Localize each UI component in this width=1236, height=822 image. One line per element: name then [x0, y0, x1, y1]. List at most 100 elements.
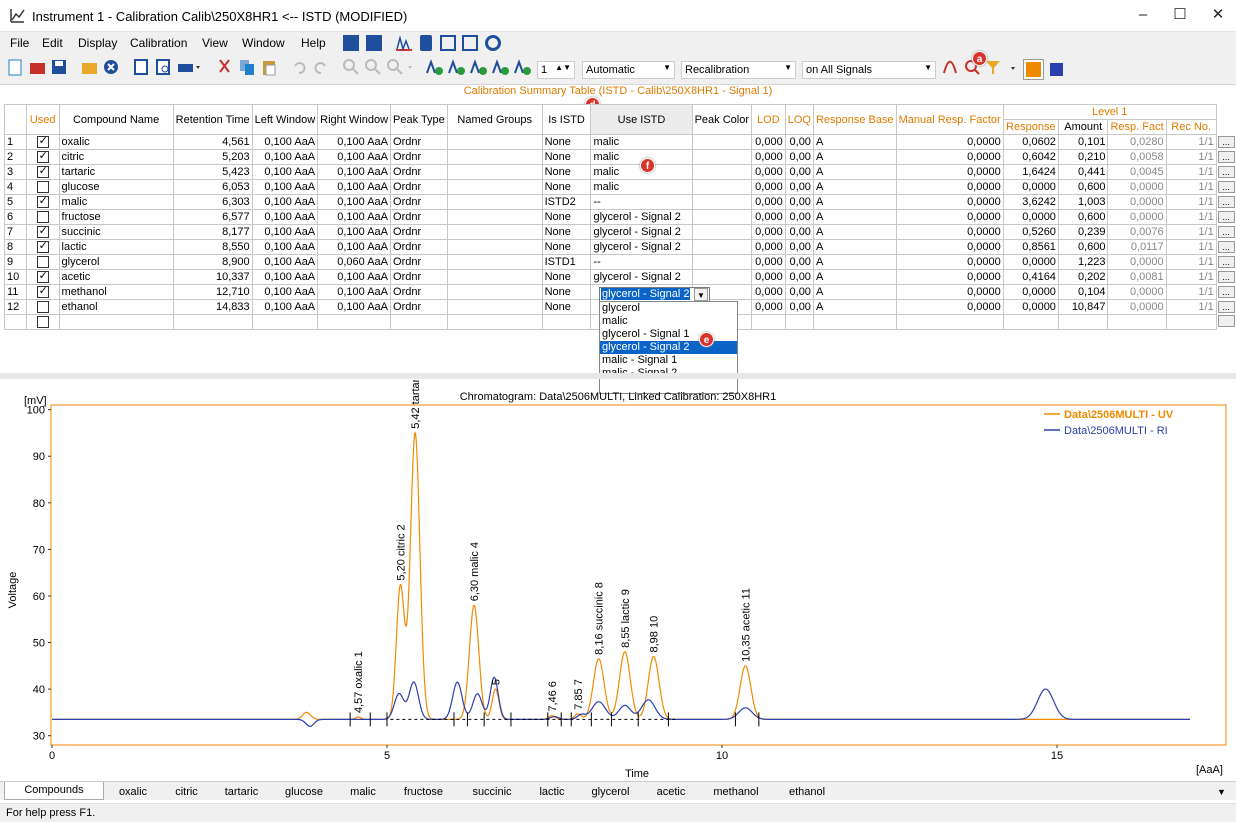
- use-istd-cell[interactable]: --: [590, 194, 693, 210]
- rec-no-cell[interactable]: 1/1: [1165, 134, 1217, 150]
- dropdown-option[interactable]: malic: [600, 315, 737, 328]
- resp-fact-cell[interactable]: 0,0000: [1107, 194, 1167, 210]
- rec-no-cell[interactable]: 1/1: [1165, 224, 1217, 240]
- new-file-icon[interactable]: [6, 58, 24, 76]
- empty-cell[interactable]: [172, 314, 253, 330]
- compound-name-cell[interactable]: citric: [58, 149, 174, 165]
- loq-cell[interactable]: 0,00: [784, 194, 814, 210]
- use-istd-editor[interactable]: glycerol - Signal 2 ▼: [599, 287, 710, 302]
- right-window-cell[interactable]: 0,100 AaA: [317, 194, 392, 210]
- use-istd-cell[interactable]: glycerol - Signal 2: [590, 269, 693, 285]
- left-window-cell[interactable]: 0,100 AaA: [251, 179, 319, 195]
- compound-name-cell[interactable]: glycerol: [58, 254, 174, 270]
- compound-name-cell[interactable]: oxalic: [58, 134, 174, 150]
- peak-color-cell[interactable]: [691, 179, 753, 195]
- right-window-cell[interactable]: 0,100 AaA: [317, 179, 392, 195]
- retention-time-cell[interactable]: 6,577: [172, 209, 253, 225]
- empty-cell[interactable]: [751, 314, 786, 330]
- checkbox[interactable]: [36, 151, 49, 164]
- is-istd-cell[interactable]: None: [541, 224, 592, 240]
- zoom-in-icon[interactable]: [342, 58, 360, 76]
- level-spinner[interactable]: 1 ▲▼: [537, 61, 575, 79]
- rec-no-cell[interactable]: 1/1: [1165, 284, 1217, 300]
- resp-fact-cell[interactable]: 0,0081: [1107, 269, 1167, 285]
- used-checkbox[interactable]: [25, 134, 60, 150]
- response-base-cell[interactable]: A: [812, 164, 897, 180]
- response-cell[interactable]: 0,0000: [1002, 254, 1059, 270]
- compound-name-cell[interactable]: malic: [58, 194, 174, 210]
- left-window-cell[interactable]: 0,100 AaA: [251, 209, 319, 225]
- peak-add-icon[interactable]: [426, 58, 444, 76]
- is-istd-cell[interactable]: None: [541, 284, 592, 300]
- right-window-cell[interactable]: 0,060 AaA: [317, 254, 392, 270]
- peak-percent-icon[interactable]: [514, 58, 532, 76]
- response-base-cell[interactable]: A: [812, 209, 897, 225]
- checkbox[interactable]: [36, 166, 49, 179]
- amount-cell[interactable]: 0,202: [1057, 269, 1109, 285]
- close-button[interactable]: ✕: [1203, 2, 1233, 28]
- amount-cell[interactable]: 0,600: [1057, 209, 1109, 225]
- tab-fructose[interactable]: fructose: [393, 784, 454, 800]
- header-right-window[interactable]: Right Window: [317, 104, 392, 135]
- lod-cell[interactable]: 0,000: [751, 224, 786, 240]
- table-row[interactable]: 6 fructose 6,577 0,100 AaA 0,100 AaA Ordnr Non…: [4, 209, 1236, 225]
- browse-button[interactable]: ...: [1217, 166, 1235, 178]
- header-left-window[interactable]: Left Window: [251, 104, 319, 135]
- chevron-down-icon[interactable]: ▼: [694, 288, 708, 301]
- response-cell[interactable]: 0,0000: [1002, 284, 1059, 300]
- loq-cell[interactable]: 0,00: [784, 149, 814, 165]
- manual-resp-factor-cell[interactable]: 0,0000: [895, 209, 1004, 225]
- browse-button[interactable]: ...: [1217, 181, 1235, 193]
- filter-dropdown-icon[interactable]: [984, 58, 1020, 76]
- table-row[interactable]: 7succinic8,1770,100 AaA0,100 AaAOrdnrNon…: [4, 224, 1236, 240]
- compound-name-cell[interactable]: glucose: [58, 179, 174, 195]
- lod-cell[interactable]: 0,000: [751, 269, 786, 285]
- amount-cell[interactable]: 0,104: [1057, 284, 1109, 300]
- left-window-cell[interactable]: 0,100 AaA: [251, 164, 319, 180]
- empty-cell[interactable]: [25, 314, 60, 330]
- dropdown-option-selected[interactable]: glycerol - Signal 2: [600, 341, 737, 354]
- lod-cell[interactable]: 0,000: [751, 299, 786, 315]
- is-istd-cell[interactable]: None: [541, 134, 592, 150]
- compound-name-cell[interactable]: succinic: [58, 224, 174, 240]
- used-checkbox[interactable]: [25, 179, 60, 195]
- browse-button[interactable]: ...: [1217, 301, 1235, 313]
- compound-name-cell[interactable]: tartaric: [58, 164, 174, 180]
- response-base-cell[interactable]: A: [812, 254, 897, 270]
- resp-fact-cell[interactable]: 0,0000: [1107, 179, 1167, 195]
- is-istd-cell[interactable]: None: [541, 164, 592, 180]
- resp-fact-cell[interactable]: 0,0117: [1107, 239, 1167, 255]
- retention-time-cell[interactable]: 6,053: [172, 179, 253, 195]
- retention-time-cell[interactable]: 8,550: [172, 239, 253, 255]
- amount-cell[interactable]: 0,210: [1057, 149, 1109, 165]
- mountain-icon[interactable]: [343, 35, 359, 51]
- header-named-groups[interactable]: Named Groups: [446, 104, 543, 135]
- retention-time-cell[interactable]: 5,423: [172, 164, 253, 180]
- amount-cell[interactable]: 0,600: [1057, 179, 1109, 195]
- manual-resp-factor-cell[interactable]: 0,0000: [895, 134, 1004, 150]
- signals-select[interactable]: on All Signals ▼: [802, 61, 936, 79]
- amount-cell[interactable]: 0,239: [1057, 224, 1109, 240]
- checkbox[interactable]: [36, 241, 49, 254]
- lod-cell[interactable]: 0,000: [751, 239, 786, 255]
- right-window-cell[interactable]: 0,100 AaA: [317, 164, 392, 180]
- tab-ethanol[interactable]: ethanol: [777, 784, 837, 800]
- loq-cell[interactable]: 0,00: [784, 254, 814, 270]
- resp-fact-cell[interactable]: 0,0000: [1107, 284, 1167, 300]
- amount-cell[interactable]: 0,441: [1057, 164, 1109, 180]
- retention-time-cell[interactable]: 5,203: [172, 149, 253, 165]
- peak-type-cell[interactable]: Ordnr: [390, 284, 448, 300]
- amount-cell[interactable]: 10,847: [1057, 299, 1109, 315]
- table-row[interactable]: 2citric5,2030,100 AaA0,100 AaAOrdnrNonem…: [4, 149, 1236, 165]
- loq-cell[interactable]: 0,00: [784, 224, 814, 240]
- response-cell[interactable]: 0,5260: [1002, 224, 1059, 240]
- right-window-cell[interactable]: 0,100 AaA: [317, 239, 392, 255]
- peak-type-cell[interactable]: Ordnr: [390, 149, 448, 165]
- compound-name-cell[interactable]: acetic: [58, 269, 174, 285]
- right-window-cell[interactable]: 0,100 AaA: [317, 299, 392, 315]
- named-groups-cell[interactable]: [446, 194, 543, 210]
- lod-cell[interactable]: 0,000: [751, 164, 786, 180]
- table-row[interactable]: 8lactic8,5500,100 AaA0,100 AaAOrdnrNoneg…: [4, 239, 1236, 255]
- table-row[interactable]: 3tartaric5,4230,100 AaA0,100 AaAOrdnrNon…: [4, 164, 1236, 180]
- target-icon[interactable]: [485, 35, 501, 51]
